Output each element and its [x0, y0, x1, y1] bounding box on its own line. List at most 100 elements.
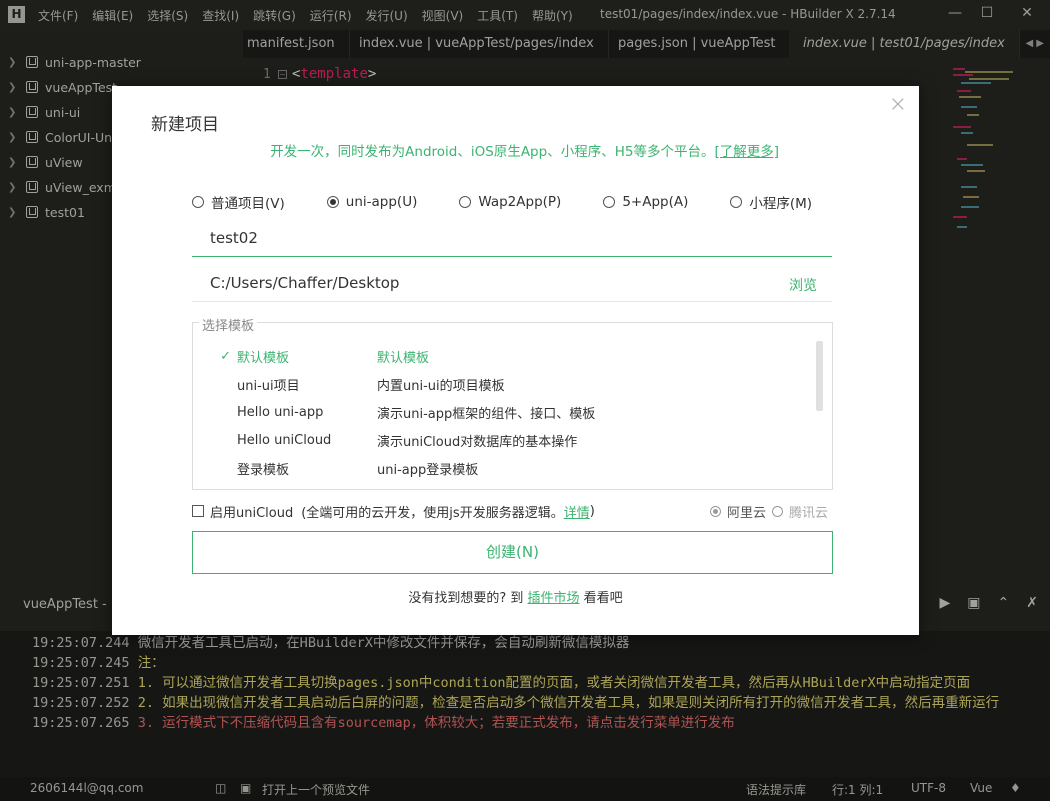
- chevron-up-icon[interactable]: ⌃: [998, 595, 1010, 611]
- language-mode[interactable]: Vue: [970, 781, 992, 795]
- template-desc: 演示uni-app框架的组件、接口、模板: [377, 406, 596, 422]
- radio-dot: [459, 196, 472, 208]
- user-account[interactable]: 2606144l@qq.com: [30, 781, 143, 795]
- menu-file[interactable]: 文件(F): [38, 7, 78, 24]
- menu-goto[interactable]: 跳转(G): [253, 7, 296, 24]
- plugin-market-link[interactable]: 插件市场: [528, 591, 580, 606]
- project-label: uni-app-master: [45, 54, 141, 70]
- radio-normal-project[interactable]: 普通项目(V): [192, 192, 285, 212]
- radio-tencent[interactable]: [771, 505, 783, 517]
- unicloud-row: 启用uniCloud (全端可用的云开发，使用js开发服务器逻辑。 详情 ) 阿…: [192, 500, 832, 522]
- log-text: 3. 运行模式下不压缩代码且含有sourcemap，体积较大；若要正式发布，请点…: [137, 715, 735, 731]
- radio-dot: [192, 196, 204, 208]
- menu-help[interactable]: 帮助(Y): [532, 7, 573, 24]
- editor-tabs: manifest.json index.vue | vueAppTest/pag…: [243, 30, 1050, 58]
- menu-edit[interactable]: 编辑(E): [92, 7, 133, 24]
- project-item[interactable]: ❯ uView: [8, 151, 83, 173]
- template-item[interactable]: Hello uniCloud 演示uniCloud对数据库的基本操作: [193, 426, 813, 454]
- menu-tools[interactable]: 工具(T): [477, 7, 518, 24]
- template-item[interactable]: ✓ 默认模板 默认模板: [193, 342, 813, 370]
- log-line: 19:25:07.244 微信开发者工具已启动，在HBuilderX中修改文件并…: [32, 633, 1032, 653]
- layout-icon[interactable]: ◫: [215, 781, 226, 795]
- tab-index-test01[interactable]: index.vue | test01/pages/index: [789, 30, 1020, 58]
- window-title: test01/pages/index/index.vue - HBuilder …: [600, 7, 896, 21]
- radio-uni-app[interactable]: uni-app(U): [326, 192, 417, 212]
- template-name: 默认模板: [237, 350, 290, 366]
- tab-manifest[interactable]: manifest.json: [233, 30, 350, 58]
- browse-button[interactable]: 浏览: [789, 275, 817, 295]
- template-item[interactable]: Hello uni-app 演示uni-app框架的组件、接口、模板: [193, 398, 813, 426]
- line-number: 1: [263, 67, 271, 82]
- console-toolbar: ▶ ▣ ⌃ ✗: [940, 595, 1038, 611]
- create-button[interactable]: 创建(N): [192, 531, 833, 574]
- log-timestamp: 19:25:07.251: [32, 675, 130, 691]
- tab-scroll-icon[interactable]: ◀ ▶: [1025, 38, 1044, 49]
- encoding[interactable]: UTF-8: [911, 781, 946, 795]
- close-icon[interactable]: ×: [889, 92, 907, 117]
- radio-dot: [603, 196, 616, 208]
- project-label: uView_exm: [45, 179, 116, 195]
- template-item[interactable]: uni-ui项目 内置uni-ui的项目模板: [193, 370, 813, 398]
- menu-select[interactable]: 选择(S): [147, 7, 188, 24]
- radio-label: 普通项目(V): [211, 196, 285, 212]
- menu-view[interactable]: 视图(V): [422, 7, 464, 24]
- unicloud-details-link[interactable]: 详情: [564, 502, 590, 521]
- bell-icon[interactable]: ♦: [1010, 781, 1021, 795]
- radio-label: Wap2App(P): [478, 194, 562, 210]
- log-text: 1. 可以通过微信开发者工具切换pages.json中condition配置的页…: [137, 675, 971, 691]
- project-name-value: test02: [210, 229, 258, 247]
- unicloud-checkbox[interactable]: [192, 505, 204, 517]
- log-text: 微信开发者工具已启动，在HBuilderX中修改文件并保存，会自动刷新微信模拟器: [137, 635, 630, 651]
- project-label: vueAppTest: [45, 79, 118, 95]
- maximize-icon[interactable]: ☐: [977, 5, 997, 23]
- clear-icon[interactable]: ✗: [1026, 595, 1038, 611]
- location-input[interactable]: C:/Users/Chaffer/Desktop 浏览: [192, 266, 832, 302]
- template-item[interactable]: 登录模板 uni-app登录模板: [193, 454, 813, 482]
- project-item[interactable]: ❯ uni-app-master: [8, 51, 141, 73]
- tab-index-vueapptest[interactable]: index.vue | vueAppTest/pages/index: [345, 30, 609, 58]
- footer-suffix: 看看吧: [583, 591, 623, 606]
- project-item[interactable]: ❯ uView_exm: [8, 176, 116, 198]
- radio-aliyun[interactable]: [709, 505, 721, 517]
- project-icon: [26, 131, 38, 143]
- minimap[interactable]: [949, 66, 1039, 266]
- radio-label: 5+App(A): [622, 194, 689, 210]
- hbuilder-logo-icon: H: [8, 6, 25, 23]
- cloud-provider-group: 阿里云 腾讯云: [709, 502, 828, 521]
- radio-dot: [326, 196, 339, 208]
- log-timestamp: 19:25:07.244: [32, 635, 130, 651]
- menu-publish[interactable]: 发行(U): [366, 7, 408, 24]
- chevron-right-icon: ❯: [8, 106, 17, 118]
- project-icon: [26, 81, 38, 93]
- project-type-group: 普通项目(V) uni-app(U) Wap2App(P) 5+App(A) 小…: [192, 192, 832, 212]
- project-item[interactable]: ❯ uni-ui: [8, 101, 80, 123]
- log-text: 2. 如果出现微信开发者工具启动后白屏的问题，检查是否启动多个微信开发者工具，如…: [137, 695, 1000, 711]
- radio-5plus-app[interactable]: 5+App(A): [603, 192, 688, 212]
- open-last-preview[interactable]: 打开上一个预览文件: [262, 781, 370, 798]
- project-name-input[interactable]: test02: [192, 221, 832, 257]
- fold-icon[interactable]: −: [278, 70, 287, 79]
- close-window-icon[interactable]: ✕: [1017, 5, 1037, 23]
- new-project-dialog: × 新建项目 开发一次，同时发布为Android、iOS原生App、小程序、H5…: [112, 86, 919, 635]
- radio-mini-program[interactable]: 小程序(M): [730, 192, 812, 212]
- footer-prefix: 没有找到想要的? 到: [408, 591, 524, 606]
- template-scrollbar[interactable]: [816, 341, 823, 411]
- project-item[interactable]: ❯ vueAppTest: [8, 76, 117, 98]
- project-label: uni-ui: [45, 104, 81, 120]
- export-icon[interactable]: ▣: [967, 595, 980, 611]
- project-item[interactable]: ❯ test01: [8, 201, 85, 223]
- syntax-hint[interactable]: 语法提示库: [746, 781, 806, 798]
- code-bracket: >: [367, 66, 377, 82]
- cursor-position[interactable]: 行:1 列:1: [832, 781, 883, 798]
- preview-icon[interactable]: ▣: [240, 781, 251, 795]
- play-icon[interactable]: ▶: [940, 595, 951, 611]
- log-timestamp: 19:25:07.252: [32, 695, 130, 711]
- tab-pages-json[interactable]: pages.json | vueAppTest: [604, 30, 791, 58]
- menu-find[interactable]: 查找(I): [202, 7, 239, 24]
- radio-wap2app[interactable]: Wap2App(P): [459, 192, 561, 212]
- learn-more-link[interactable]: [了解更多]: [714, 144, 779, 160]
- log-line: 19:25:07.251 1. 可以通过微信开发者工具切换pages.json中…: [32, 673, 1032, 693]
- menu-run[interactable]: 运行(R): [310, 7, 352, 24]
- tencent-label: 腾讯云: [788, 505, 828, 521]
- minimize-icon[interactable]: —: [945, 5, 965, 23]
